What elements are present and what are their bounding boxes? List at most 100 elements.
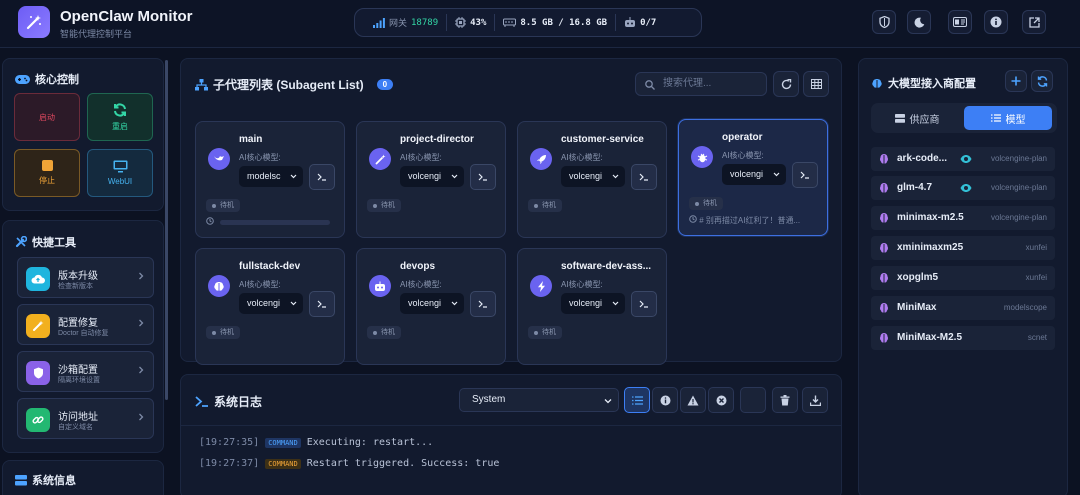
clear-log-button[interactable]	[772, 387, 798, 413]
model-item[interactable]: ark-code... volcengine-plan	[871, 147, 1055, 171]
terminal-button[interactable]	[309, 164, 335, 190]
add-provider-button[interactable]	[1005, 70, 1027, 92]
open-external-button[interactable]	[1022, 10, 1046, 34]
start-label: 启动	[39, 112, 55, 122]
agent-model-select[interactable]: volcengi	[561, 166, 625, 187]
terminal-button[interactable]	[792, 162, 818, 188]
theme-toggle-button[interactable]	[907, 10, 931, 34]
terminal-button[interactable]	[470, 291, 496, 317]
chevron-down-icon	[451, 174, 458, 179]
agent-card-project-director[interactable]: project-director AI核心模型: volcengi 待机	[356, 121, 506, 238]
memory-stat: 8.5 GB / 16.8 GB	[495, 14, 617, 31]
agent-card-customer-service[interactable]: customer-service AI核心模型: volcengi 待机	[517, 121, 667, 238]
redacted-text	[220, 220, 330, 226]
filter-info-button[interactable]	[652, 387, 678, 413]
sync-provider-button[interactable]	[1031, 70, 1053, 92]
info-button[interactable]	[984, 10, 1008, 34]
log-source-select[interactable]: System	[459, 388, 619, 412]
terminal-button[interactable]	[631, 291, 657, 317]
eye-icon[interactable]	[960, 182, 972, 194]
terminal-button[interactable]	[631, 164, 657, 190]
agent-model-select[interactable]: volcengi	[400, 293, 464, 314]
tab-provider[interactable]: 供应商	[874, 106, 960, 130]
system-log-label: 系统日志	[214, 395, 263, 409]
dove-icon	[208, 148, 230, 170]
app-header: OpenClaw Monitor 智能代理控制平台 网关 18789 43% 8…	[0, 0, 1080, 48]
signal-icon	[373, 17, 385, 28]
agent-card-fullstack-dev[interactable]: fullstack-dev AI核心模型: volcengi 待机	[195, 248, 345, 365]
stop-button[interactable]: 停止	[14, 149, 80, 197]
model-vendor: xunfei	[1025, 273, 1047, 282]
agent-model-select[interactable]: volcengi	[239, 293, 303, 314]
sandbox-tool[interactable]: 沙箱配置 隔离环境设置	[17, 351, 154, 392]
model-item[interactable]: xminimaxm25 xunfei	[871, 236, 1055, 260]
log-time: [19:27:37]	[199, 458, 260, 469]
brain-icon	[872, 78, 882, 88]
terminal-icon	[800, 171, 809, 179]
agent-model-value: volcengi	[408, 171, 442, 181]
access-url-tool[interactable]: 访问地址 自定义域名	[17, 398, 154, 439]
start-button[interactable]: 启动	[14, 93, 80, 141]
model-name: MiniMax	[897, 302, 937, 313]
agent-model-value: volcengi	[569, 298, 603, 308]
restart-button[interactable]: 重启	[87, 93, 153, 141]
cpu-value: 43%	[470, 17, 487, 28]
gateway-port: 18789	[411, 17, 439, 28]
refresh-button[interactable]	[773, 71, 799, 97]
robot-icon	[625, 17, 636, 27]
download-icon	[809, 395, 821, 406]
language-button[interactable]	[948, 10, 972, 34]
agent-model-select[interactable]: volcengi	[722, 164, 786, 185]
shield-button[interactable]	[872, 10, 896, 34]
agent-name: customer-service	[561, 134, 644, 145]
agent-name: devops	[400, 261, 436, 272]
model-item[interactable]: MiniMax modelscope	[871, 296, 1055, 320]
model-name: xminimaxm25	[897, 242, 964, 253]
cloud-upload-icon	[26, 267, 50, 291]
model-name: glm-4.7	[897, 182, 933, 193]
sidebar-scrollbar[interactable]	[165, 60, 168, 400]
chevron-down-icon	[612, 301, 619, 306]
gamepad-icon	[15, 74, 30, 84]
agents-value: 0/7	[640, 17, 657, 28]
brain-icon	[880, 243, 888, 253]
status-badge: 待机	[367, 326, 401, 339]
model-item[interactable]: minimax-m2.5 volcengine-plan	[871, 206, 1055, 230]
model-item[interactable]: xopglm5 xunfei	[871, 266, 1055, 290]
agent-card-main[interactable]: main AI核心模型: modelsc 待机	[195, 121, 345, 238]
terminal-button[interactable]	[309, 291, 335, 317]
download-log-button[interactable]	[802, 387, 828, 413]
tab-model[interactable]: 模型	[964, 106, 1052, 130]
brain-icon	[880, 333, 888, 343]
external-link-icon	[1028, 16, 1040, 28]
model-vendor: volcengine-plan	[990, 154, 1047, 163]
upgrade-tool[interactable]: 版本升级 检查新版本	[17, 257, 154, 298]
empty-filter-button[interactable]	[740, 387, 766, 413]
agent-card-software-dev-assistant[interactable]: software-dev-ass... AI核心模型: volcengi 待机	[517, 248, 667, 365]
status-badge: 待机	[528, 199, 562, 212]
filter-error-button[interactable]	[708, 387, 734, 413]
webui-button[interactable]: WebUI	[87, 149, 153, 197]
chevron-down-icon	[773, 172, 780, 177]
restart-label: 重启	[112, 121, 128, 131]
config-repair-title: 配置修复	[58, 318, 98, 329]
search-icon	[645, 80, 655, 90]
agent-model-select[interactable]: volcengi	[561, 293, 625, 314]
agent-model-select[interactable]: modelsc	[239, 166, 303, 187]
filter-all-button[interactable]	[624, 387, 650, 413]
agent-card-devops[interactable]: devops AI核心模型: volcengi 待机	[356, 248, 506, 365]
terminal-button[interactable]	[470, 164, 496, 190]
log-text: Restart triggered. Success: true	[306, 458, 500, 469]
system-log-panel: 系统日志 System [19:27:35] COMMAND Executing…	[180, 374, 842, 495]
history-icon	[206, 217, 214, 225]
agent-card-operator[interactable]: operator AI核心模型: volcengi 待机 # 别再描过AI红利了…	[678, 119, 828, 236]
agent-model-select[interactable]: volcengi	[400, 166, 464, 187]
grid-view-button[interactable]	[803, 71, 829, 97]
model-vendor: scnet	[1027, 333, 1047, 342]
eye-icon[interactable]	[960, 153, 972, 165]
filter-warning-button[interactable]	[680, 387, 706, 413]
config-repair-tool[interactable]: 配置修复 Doctor 自动修复	[17, 304, 154, 345]
model-item[interactable]: MiniMax-M2.5 scnet	[871, 326, 1055, 350]
model-item[interactable]: glm-4.7 volcengine-plan	[871, 176, 1055, 200]
agents-stat: 0/7	[616, 14, 664, 31]
